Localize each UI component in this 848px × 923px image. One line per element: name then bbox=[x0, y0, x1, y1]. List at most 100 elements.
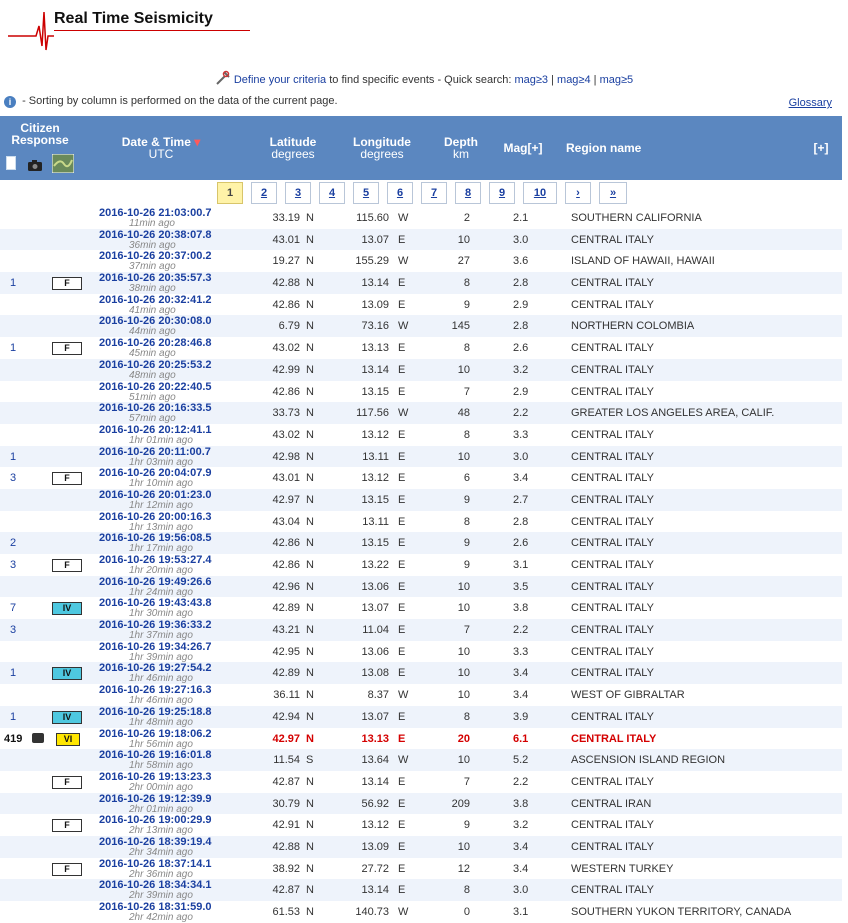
event-row[interactable]: 1 F 2016-10-26 20:28:46.8 45min ago 43.02 N 13… bbox=[0, 337, 842, 359]
event-row[interactable]: 2016-10-26 19:16:01.8 1hr 58min ago 11.54 S… bbox=[0, 749, 842, 771]
event-row[interactable]: 2016-10-26 19:27:16.3 1hr 46min ago 36.11 N… bbox=[0, 684, 842, 706]
event-row[interactable]: 2016-10-26 20:01:23.0 1hr 12min ago 42.97 N… bbox=[0, 488, 842, 511]
felt-intensity-badge[interactable]: IV bbox=[52, 710, 82, 724]
page-3-button[interactable]: 3 bbox=[285, 182, 311, 204]
latitude-hemisphere: N bbox=[306, 624, 314, 637]
citizen-response-count[interactable]: 2 bbox=[10, 537, 16, 549]
define-criteria-link[interactable]: Define your criteria bbox=[234, 74, 326, 86]
event-row[interactable]: 1 IV 2016-10-26 19:25:18.8 1hr 48min ago 42.… bbox=[0, 705, 842, 728]
depth-value: 8 bbox=[463, 428, 470, 441]
page-6-button[interactable]: 6 bbox=[387, 182, 413, 204]
event-row[interactable]: 2016-10-26 20:37:00.2 37min ago 19.27 N 155.… bbox=[0, 250, 842, 272]
page-2-button[interactable]: 2 bbox=[251, 182, 277, 204]
event-row[interactable]: 2016-10-26 18:39:19.4 2hr 34min ago 42.88 N… bbox=[0, 835, 842, 858]
event-row[interactable]: 3 F 2016-10-26 19:53:27.4 1hr 20min ago 42.8… bbox=[0, 554, 842, 576]
page-5-button[interactable]: 5 bbox=[353, 182, 379, 204]
event-row[interactable]: 7 IV 2016-10-26 19:43:43.8 1hr 30min ago 42.… bbox=[0, 597, 842, 619]
events-table-header: Citizen Response Date & Time ▾ UTC Latit… bbox=[0, 116, 842, 180]
citizen-response-header[interactable]: Citizen Response bbox=[4, 122, 76, 146]
page-4-button[interactable]: 4 bbox=[319, 182, 345, 204]
page-8-button[interactable]: 8 bbox=[455, 182, 481, 204]
citizen-response-count[interactable]: 1 bbox=[10, 711, 16, 723]
event-row[interactable]: 2016-10-26 19:34:26.7 1hr 39min ago 42.95 N… bbox=[0, 641, 842, 663]
depth-header[interactable]: Depth km bbox=[432, 136, 490, 160]
event-row[interactable]: 2016-10-26 20:30:08.0 44min ago 6.79 N 73.16… bbox=[0, 315, 842, 337]
event-row[interactable]: 2016-10-26 18:34:34.1 2hr 39min ago 42.87 N… bbox=[0, 879, 842, 901]
region-name: CENTRAL ITALY bbox=[571, 428, 654, 441]
event-row[interactable]: 2016-10-26 20:32:41.2 41min ago 42.86 N 13.0… bbox=[0, 294, 842, 316]
event-row[interactable]: 3 2016-10-26 19:36:33.2 1hr 37min ago 43.21… bbox=[0, 619, 842, 641]
felt-intensity-badge[interactable]: IV bbox=[52, 602, 82, 616]
expand-columns-button[interactable]: [+] bbox=[806, 142, 836, 154]
camera-icon bbox=[28, 158, 42, 176]
event-row[interactable]: 2016-10-26 20:38:07.8 36min ago 43.01 N 13.0… bbox=[0, 228, 842, 251]
citizen-response-count[interactable]: 1 bbox=[10, 277, 16, 289]
next-page-button[interactable]: › bbox=[565, 182, 591, 204]
event-row[interactable]: 1 IV 2016-10-26 19:27:54.2 1hr 46min ago 42.… bbox=[0, 662, 842, 684]
felt-intensity-badge[interactable]: F bbox=[52, 819, 82, 833]
event-row[interactable]: 2016-10-26 18:31:59.0 2hr 42min ago 61.53 N… bbox=[0, 901, 842, 923]
citizen-response-count[interactable]: 3 bbox=[10, 559, 16, 571]
felt-intensity-badge[interactable]: F bbox=[52, 775, 82, 789]
event-row[interactable]: 3 F 2016-10-26 20:04:07.9 1hr 10min ago 43.0… bbox=[0, 467, 842, 489]
event-row[interactable]: 2016-10-26 20:00:16.3 1hr 13min ago 43.04 N… bbox=[0, 511, 842, 533]
event-row[interactable]: 2 2016-10-26 19:56:08.5 1hr 17min ago 42.86… bbox=[0, 532, 842, 554]
event-elapsed: 1hr 58min ago bbox=[129, 760, 193, 772]
event-row[interactable]: F 2016-10-26 18:37:14.1 2hr 36min ago 38.92… bbox=[0, 858, 842, 880]
longitude-value: 73.16 bbox=[361, 320, 389, 333]
event-row[interactable]: 419 VI 2016-10-26 19:18:06.2 1hr 56min ago 4… bbox=[0, 728, 842, 750]
quick-search-mag4-link[interactable]: mag≥4 bbox=[557, 74, 591, 86]
latitude-unit: degrees bbox=[271, 147, 315, 161]
magnitude-header[interactable]: Mag[+] bbox=[494, 142, 552, 154]
event-row[interactable]: F 2016-10-26 19:00:29.9 2hr 13min ago 42.91… bbox=[0, 814, 842, 836]
page-9-button[interactable]: 9 bbox=[489, 182, 515, 204]
event-row[interactable]: F 2016-10-26 19:13:23.3 2hr 00min ago 42.87… bbox=[0, 771, 842, 793]
event-row[interactable]: 2016-10-26 20:16:33.5 57min ago 33.73 N 117.… bbox=[0, 402, 842, 424]
longitude-value: 11.04 bbox=[362, 624, 389, 637]
event-row[interactable]: 2016-10-26 20:22:40.5 51min ago 42.86 N 13.1… bbox=[0, 381, 842, 403]
felt-intensity-badge[interactable]: IV bbox=[52, 667, 82, 681]
quick-search-mag5-link[interactable]: mag≥5 bbox=[600, 74, 634, 86]
felt-intensity-badge[interactable]: F bbox=[52, 862, 82, 876]
longitude-hemisphere: E bbox=[398, 645, 406, 658]
felt-intensity-badge[interactable]: F bbox=[52, 472, 82, 486]
citizen-response-count[interactable]: 419 bbox=[4, 733, 22, 745]
latitude-header[interactable]: Latitude degrees bbox=[253, 136, 333, 160]
event-row[interactable]: 2016-10-26 19:49:26.6 1hr 24min ago 42.96 N… bbox=[0, 575, 842, 598]
longitude-unit: degrees bbox=[360, 147, 404, 161]
page-10-button[interactable]: 10 bbox=[523, 182, 557, 204]
datetime-header[interactable]: Date & Time ▾ UTC bbox=[108, 136, 214, 160]
region-name: CENTRAL ITALY bbox=[571, 840, 654, 853]
felt-intensity-badge[interactable]: F bbox=[52, 559, 82, 572]
glossary-link[interactable]: Glossary bbox=[789, 97, 832, 109]
latitude-hemisphere: N bbox=[306, 363, 314, 376]
felt-intensity-badge[interactable]: F bbox=[52, 277, 82, 291]
event-row[interactable]: 2016-10-26 21:03:00.7 11min ago 33.19 N 115.… bbox=[0, 207, 842, 229]
event-row[interactable]: 2016-10-26 19:12:39.9 2hr 01min ago 30.79 N… bbox=[0, 792, 842, 815]
event-row[interactable]: 1 F 2016-10-26 20:35:57.3 38min ago 42.88 N 13… bbox=[0, 272, 842, 294]
citizen-response-count[interactable]: 1 bbox=[10, 342, 16, 354]
citizen-response-count[interactable]: 7 bbox=[10, 602, 16, 614]
latitude-value: 42.89 bbox=[272, 667, 300, 680]
citizen-response-count[interactable]: 1 bbox=[10, 667, 16, 679]
page-1-button[interactable]: 1 bbox=[217, 182, 243, 204]
citizen-response-count[interactable]: 1 bbox=[10, 451, 16, 463]
citizen-response-count[interactable]: 3 bbox=[10, 472, 16, 484]
page-7-button[interactable]: 7 bbox=[421, 182, 447, 204]
quick-search-mag3-link[interactable]: mag≥3 bbox=[514, 74, 548, 86]
felt-intensity-badge[interactable]: F bbox=[52, 342, 82, 356]
longitude-hemisphere: E bbox=[398, 840, 406, 853]
citizen-response-count[interactable]: 3 bbox=[10, 624, 16, 636]
site-brand[interactable]: Real Time Seismicity bbox=[8, 4, 250, 52]
event-row[interactable]: 2016-10-26 20:25:53.2 48min ago 42.99 N 13.1… bbox=[0, 358, 842, 381]
longitude-header[interactable]: Longitude degrees bbox=[342, 136, 422, 160]
event-row[interactable]: 1 2016-10-26 20:11:00.7 1hr 03min ago 42.98… bbox=[0, 445, 842, 468]
event-row[interactable]: 2016-10-26 20:12:41.1 1hr 01min ago 43.02 N… bbox=[0, 424, 842, 446]
photo-icon[interactable] bbox=[32, 732, 44, 743]
region-name: NORTHERN COLOMBIA bbox=[571, 320, 695, 333]
latitude-hemisphere: N bbox=[306, 428, 314, 441]
latitude-hemisphere: N bbox=[306, 580, 314, 593]
last-page-button[interactable]: » bbox=[599, 182, 627, 204]
felt-intensity-badge[interactable]: VI bbox=[56, 732, 80, 746]
region-header[interactable]: Region name bbox=[566, 142, 666, 154]
